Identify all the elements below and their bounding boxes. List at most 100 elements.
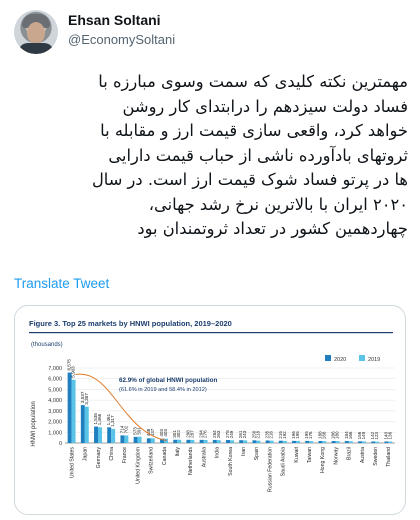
x-tick-label: South Korea	[228, 447, 234, 476]
bar-2019	[216, 440, 221, 443]
x-tick-label: France	[122, 447, 128, 463]
bar-2019	[375, 441, 380, 443]
data-label-2019: 276	[203, 430, 208, 438]
x-tick-label: Netherlands	[188, 447, 194, 475]
bar-2019	[98, 427, 102, 443]
tweet-line: فساد دولت سیزدهم را درابتدای کار روشن	[122, 96, 408, 116]
x-tick-label: Russian Federation	[267, 447, 273, 492]
y-tick-label: 3,000	[48, 409, 62, 415]
x-tick-label: United Kingdom	[135, 447, 141, 484]
bar-2020	[173, 439, 178, 443]
bar-2019	[296, 440, 300, 443]
data-label-2019: 5,903	[71, 366, 76, 378]
bar-2020	[371, 441, 376, 443]
x-tick-label: Italy	[175, 447, 181, 457]
tweet-line: ثروتهای بادآورده ناشی از حباب قیمت دارای…	[108, 145, 408, 165]
data-label-2019: 302	[176, 430, 181, 438]
data-label-2019: 3,387	[84, 393, 89, 405]
bar-2019	[124, 435, 129, 443]
avatar-shirt	[18, 43, 54, 54]
data-label-2019: 192	[282, 431, 287, 439]
data-label-2019: 287	[189, 430, 194, 438]
data-label-2019: 1,317	[110, 415, 115, 427]
x-tick-label: Iran	[241, 447, 247, 456]
bar-2019	[137, 436, 142, 443]
bar-2020	[239, 440, 244, 443]
avatar[interactable]	[14, 10, 58, 54]
bar-2020	[80, 405, 85, 443]
bar-2019	[335, 441, 340, 443]
x-tick-label: Kuwait	[294, 446, 300, 462]
tweet-line: خواهد کرد، واقعی سازی قیمت ارز و مقابله …	[100, 121, 408, 140]
bars: 6,5755,9033,5373,3871,5351,466 1,4611,317…	[67, 359, 393, 443]
bar-2019	[388, 441, 393, 443]
bar-2020	[384, 441, 389, 443]
bar-2020	[252, 440, 257, 443]
bar-2019	[282, 440, 287, 443]
y-tick-label: 6,000	[48, 377, 62, 383]
bar-2020	[344, 441, 349, 443]
x-tick-label: Austria	[360, 447, 366, 463]
data-label-2019: 263	[216, 430, 221, 438]
bar-2020	[212, 439, 217, 443]
x-tick-label: Taiwan	[307, 447, 313, 463]
bar-2019	[190, 439, 195, 443]
data-label-2019: 180	[335, 431, 340, 439]
x-tick-label: Brazil	[347, 447, 353, 460]
translate-tweet-link[interactable]: Translate Tweet	[14, 276, 109, 291]
annotation-sub: (61.6% in 2019 and 58.4% in 2012)	[119, 387, 207, 393]
bar-2020	[146, 438, 151, 443]
author-name[interactable]: Ehsan Soltani	[68, 12, 161, 28]
x-tick-label: China	[109, 447, 115, 461]
x-tick-label: Japan	[83, 447, 89, 461]
data-label-2019: 149	[361, 431, 366, 439]
bar-2020	[186, 439, 191, 443]
unit-label: (thousands)	[31, 342, 63, 348]
bar-2019	[177, 439, 182, 443]
x-tick-label: Norway	[333, 447, 339, 465]
tweet-line: مهمترین نکته کلیدی که سمت وسوی مبارزه با	[98, 72, 408, 91]
x-tick-label: Sweden	[373, 447, 379, 466]
author-handle[interactable]: @EconomySoltani	[68, 32, 175, 47]
bar-2019	[362, 441, 366, 443]
data-label-2019: 168	[321, 431, 326, 439]
title-underline	[29, 332, 393, 334]
legend-label-2020: 2020	[334, 357, 346, 363]
data-label-2019: 1,466	[97, 413, 102, 425]
bar-2020	[318, 440, 323, 443]
legend-swatch-2019	[359, 355, 365, 361]
avatar-face	[27, 22, 45, 44]
tweet-text: مهمترین نکته کلیدی که سمت وسوی مبارزه با…	[14, 70, 408, 242]
data-label-2019: 249	[229, 430, 234, 438]
bar-2020	[358, 441, 362, 443]
x-tick-label: Saudi Arabia	[281, 447, 287, 477]
tweet-line: چهاردهمین کشور در تعداد ثروتمندان بود	[137, 219, 408, 238]
bar-2020	[67, 372, 72, 443]
data-label-2019: 403	[163, 429, 168, 437]
bar-2020	[133, 436, 138, 443]
bar-2019	[256, 440, 261, 443]
bar-2019	[269, 440, 274, 443]
y-tick-label: 2,000	[48, 420, 62, 426]
data-label-2019: 123	[374, 432, 379, 440]
x-tick-label: Spain	[254, 447, 260, 460]
data-label-2019: 216	[269, 431, 274, 439]
y-axis-label: HNWI population	[31, 401, 37, 446]
x-tick-label: Germany	[96, 447, 102, 469]
legend-label-2019: 2019	[368, 357, 380, 363]
bar-2020	[331, 441, 336, 443]
bar-2020	[305, 440, 310, 443]
chart-title: Figure 3. Top 25 markets by HNWI populat…	[29, 319, 232, 328]
annotation-main: 62.9% of global HNWI population	[119, 377, 217, 384]
legend-swatch-2020	[325, 355, 331, 361]
tweet-image[interactable]: Figure 3. Top 25 markets by HNWI populat…	[14, 305, 406, 515]
x-axis-labels: United States Japan Germany China France Unit…	[69, 446, 392, 492]
bar-2019	[348, 441, 353, 443]
bar-2020	[120, 435, 125, 443]
bar-2019	[243, 440, 248, 443]
bar-2019	[71, 379, 76, 443]
chart-legend: 2020 2019	[325, 355, 380, 363]
data-label-2019: 195	[295, 431, 300, 439]
data-label-2019: 166	[348, 431, 353, 439]
y-tick-label: 0	[59, 441, 62, 447]
